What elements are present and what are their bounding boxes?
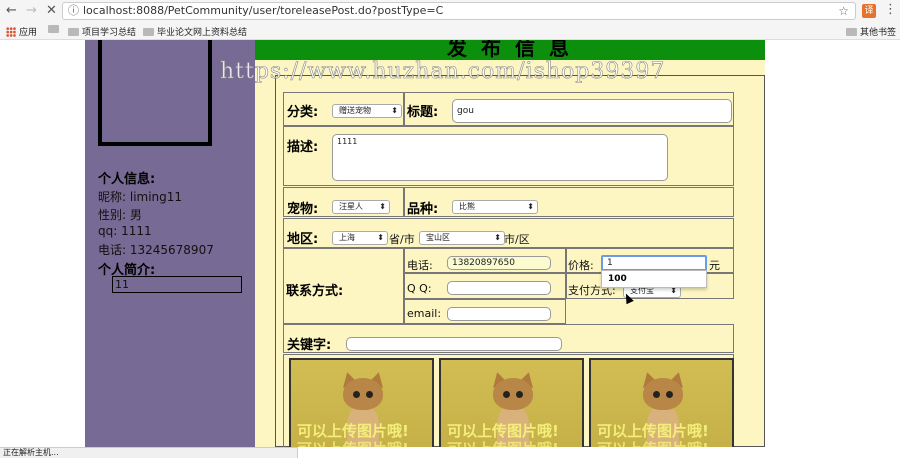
menu-icon[interactable]: ⋮ [884,2,897,17]
price-unit: 元 [709,259,720,272]
keyword-input[interactable] [346,337,562,351]
region-label: 地区: [287,232,319,247]
photo-caption-2: 可以上传图片哦! [597,438,709,447]
avatar [98,40,212,146]
description-textarea[interactable]: 1111 [332,134,668,181]
category-label: 分类: [287,105,319,120]
email-input[interactable] [447,307,551,321]
province-suffix: 省/市 [389,233,415,246]
price-autocomplete[interactable]: 100 [601,270,707,288]
email-label: email: [407,307,442,320]
breed-label: 品种: [407,202,439,217]
photo-caption-2: 可以上传图片哦! [447,438,559,447]
stop-icon[interactable]: ✕ [46,3,57,18]
apps-icon [6,26,16,37]
folder-icon [143,27,154,36]
folder-icon [846,27,857,36]
qq-text: qq: 1111 [98,224,152,238]
info-title: 个人信息: [98,172,156,187]
province-select[interactable]: 上海 [332,231,388,245]
breed-select[interactable]: 比熊 [452,200,538,214]
phone-label: 电话: [407,259,433,272]
qq-label: Q Q: [407,282,432,295]
intro-box: 11 [112,276,242,293]
category-select[interactable]: 赠送宠物 [332,104,402,118]
page-title: 发布信息 [447,40,583,60]
page-content: 个人信息: 昵称: liming11 性别: 男 qq: 1111 电话: 13… [0,40,900,447]
photo-caption-2: 可以上传图片哦! [297,438,409,447]
url-text: localhost:8088/PetCommunity/user/torelea… [83,4,444,17]
info-icon[interactable]: ⓘ [68,3,79,19]
back-icon[interactable]: ← [6,3,17,18]
nickname-text: 昵称: liming11 [98,190,183,204]
bookmark-apps[interactable]: 应用 [6,25,37,38]
bookmark-folder-empty[interactable] [48,25,59,33]
status-bar: 正在解析主机... [0,447,298,458]
title-label: 标题: [407,105,439,120]
district-suffix: 市/区 [504,233,530,246]
description-label: 描述: [287,140,319,155]
photo-upload-1[interactable]: 可以上传图片哦! 可以上传图片哦! [289,358,434,447]
phone-text: 电话: 13245678907 [98,243,214,257]
pet-label: 宠物: [287,202,319,217]
address-bar[interactable]: ⓘ localhost:8088/PetCommunity/user/torel… [62,2,856,20]
district-select[interactable]: 宝山区 [419,231,505,245]
price-input[interactable]: 1 [601,255,707,271]
title-input[interactable]: gou [452,99,732,123]
browser-toolbar: ← → ✕ ⓘ localhost:8088/PetCommunity/user… [0,0,900,22]
bookmark-folder-thesis[interactable]: 毕业论文网上资料总结 [143,25,247,38]
keyword-label: 关键字: [287,338,332,353]
post-form-area: 发布信息 分类: 赠送宠物 标题: gou 描述: 1111 宠物: 汪星人 品… [255,40,765,447]
bookmark-star-icon[interactable]: ☆ [838,3,849,19]
watermark: https://www.huzhan.com/ishop39397 [220,59,666,85]
bookmark-other[interactable]: 其他书签 [846,25,896,38]
bookmark-folder-study[interactable]: 项目学习总结 [68,25,136,38]
folder-icon [68,27,79,36]
forward-icon[interactable]: → [26,3,37,18]
extension-icon[interactable]: 译 [862,4,876,18]
pet-select[interactable]: 汪星人 [332,200,390,214]
contact-label: 联系方式: [286,284,344,299]
photo-upload-2[interactable]: 可以上传图片哦! 可以上传图片哦! [439,358,584,447]
user-sidebar: 个人信息: 昵称: liming11 性别: 男 qq: 1111 电话: 13… [85,40,255,447]
bookmarks-bar: 应用 项目学习总结 毕业论文网上资料总结 其他书签 [0,22,900,40]
phone-input[interactable]: 13820897650 [447,256,551,270]
photo-upload-3[interactable]: 可以上传图片哦! 可以上传图片哦! [589,358,734,447]
gender-text: 性别: 男 [98,208,142,222]
qq-input[interactable] [447,281,551,295]
header-bar: 发布信息 [255,40,765,60]
folder-icon [48,25,59,33]
price-label: 价格: [568,259,594,272]
